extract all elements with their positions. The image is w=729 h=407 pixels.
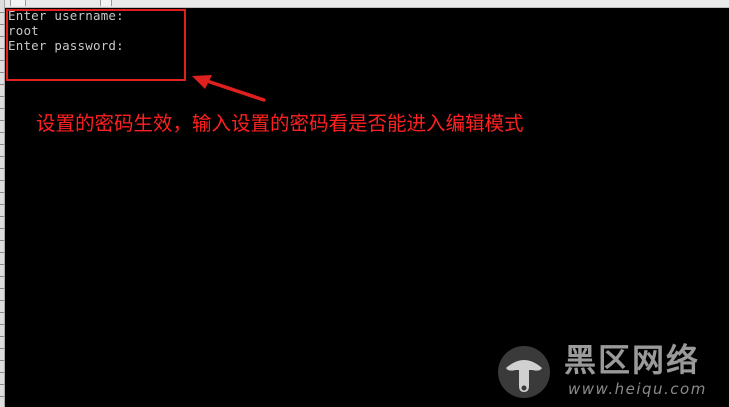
left-strip-tick — [0, 120, 4, 121]
left-strip-tick — [0, 192, 4, 193]
left-strip-tick — [0, 324, 4, 325]
watermark-url: www.heiqu.com — [568, 380, 707, 398]
window-top-strip — [0, 0, 729, 8]
left-strip-tick — [0, 24, 4, 25]
left-strip-tick — [0, 312, 4, 313]
left-strip-tick — [0, 96, 4, 97]
left-strip-tick — [0, 72, 4, 73]
left-strip-tick — [0, 348, 4, 349]
left-strip-tick — [0, 300, 4, 301]
top-tab[interactable] — [10, 0, 26, 6]
logo-icon — [498, 346, 550, 398]
left-strip-tick — [0, 336, 4, 337]
watermark-title: 黑区网络 — [564, 341, 701, 379]
left-strip-tick — [0, 288, 4, 289]
left-strip-tick — [0, 108, 4, 109]
top-tab[interactable] — [100, 0, 112, 6]
left-strip-tick — [0, 36, 4, 37]
left-strip-tick — [0, 168, 4, 169]
annotation-text: 设置的密码生效，输入设置的密码看是否能进入编辑模式 — [36, 112, 524, 135]
left-strip-tick — [0, 12, 4, 13]
left-strip-tick — [0, 48, 4, 49]
left-strip-tick — [0, 204, 4, 205]
left-strip-tick — [0, 264, 4, 265]
left-strip-tick — [0, 84, 4, 85]
left-strip-tick — [0, 276, 4, 277]
left-strip-tick — [0, 396, 4, 397]
left-strip-tick — [0, 384, 4, 385]
left-strip-tick — [0, 144, 4, 145]
left-strip-tick — [0, 216, 4, 217]
left-strip-tick — [0, 228, 4, 229]
left-strip-tick — [0, 252, 4, 253]
left-strip-tick — [0, 132, 4, 133]
left-strip-tick — [0, 60, 4, 61]
left-strip-tick — [0, 180, 4, 181]
left-strip-tick — [0, 240, 4, 241]
left-strip-tick — [0, 156, 4, 157]
window-left-strip — [0, 0, 5, 407]
screenshot-stage: Enter username: root Enter password: 设置的… — [0, 0, 729, 407]
left-strip-tick — [0, 372, 4, 373]
highlight-box — [6, 9, 186, 81]
arrow-icon — [192, 75, 266, 102]
watermark: 黑区网络 www.heiqu.com — [494, 338, 724, 404]
left-strip-tick — [0, 360, 4, 361]
